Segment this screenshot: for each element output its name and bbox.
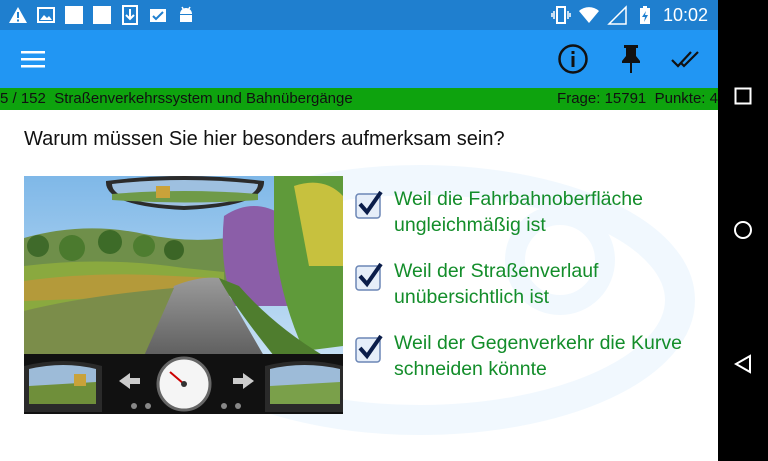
- home-icon[interactable]: [731, 218, 755, 242]
- question-points-label: Frage: 15791 Punkte: 4: [557, 90, 718, 107]
- back-icon[interactable]: [731, 352, 755, 376]
- answer-option-1[interactable]: Weil die Fahrbahnoberfläche ungleichmäßi…: [354, 186, 704, 258]
- checkbox-checked-icon[interactable]: [354, 190, 384, 220]
- app-window: 10:02 5 / 152 Straßenverkehrssystem und …: [0, 0, 718, 461]
- progress-topic-label: 5 / 152 Straßenverkehrssystem und Bahnüb…: [0, 90, 353, 107]
- answer-text-3: Weil der Gegenverkehr die Kurve schneide…: [394, 332, 682, 380]
- question-text: Warum müssen Sie hier besonders aufmerks…: [24, 128, 505, 150]
- status-bar: 10:02: [0, 0, 718, 30]
- answer-option-3[interactable]: Weil der Gegenverkehr die Kurve schneide…: [354, 330, 704, 402]
- answer-option-2[interactable]: Weil der Straßenverlauf unübersichtlich …: [354, 258, 704, 330]
- checkbox-checked-icon[interactable]: [354, 334, 384, 364]
- signal-icon: [607, 5, 627, 25]
- recents-icon[interactable]: [731, 84, 755, 108]
- android-icon: [180, 6, 192, 22]
- double-check-icon[interactable]: [667, 40, 705, 78]
- answer-text-2: Weil der Straßenverlauf unübersichtlich …: [394, 260, 599, 308]
- info-icon[interactable]: [554, 40, 592, 78]
- download-icon: [122, 5, 138, 25]
- photo-check-icon: [150, 9, 166, 22]
- warning-icon: [9, 7, 27, 23]
- question-scene-image: [24, 176, 343, 414]
- hamburger-menu-icon[interactable]: [14, 40, 52, 78]
- answer-list: Weil die Fahrbahnoberfläche ungleichmäßi…: [354, 186, 704, 402]
- system-nav-bar: [718, 0, 768, 461]
- pin-icon[interactable]: [612, 40, 650, 78]
- checkbox-checked-icon[interactable]: [354, 262, 384, 292]
- image-icon: [37, 7, 55, 23]
- vibrate-icon: [551, 6, 571, 24]
- blank-square-icon: [93, 6, 111, 24]
- app-toolbar: [0, 30, 718, 88]
- battery-charging-icon: [639, 6, 650, 24]
- wifi-icon: [578, 7, 599, 23]
- answer-text-1: Weil die Fahrbahnoberfläche ungleichmäßi…: [394, 188, 643, 236]
- question-content: Warum müssen Sie hier besonders aufmerks…: [0, 110, 718, 461]
- clock-time: 10:02: [662, 4, 708, 25]
- blank-square-icon: [65, 6, 83, 24]
- question-info-bar: 5 / 152 Straßenverkehrssystem und Bahnüb…: [0, 88, 718, 110]
